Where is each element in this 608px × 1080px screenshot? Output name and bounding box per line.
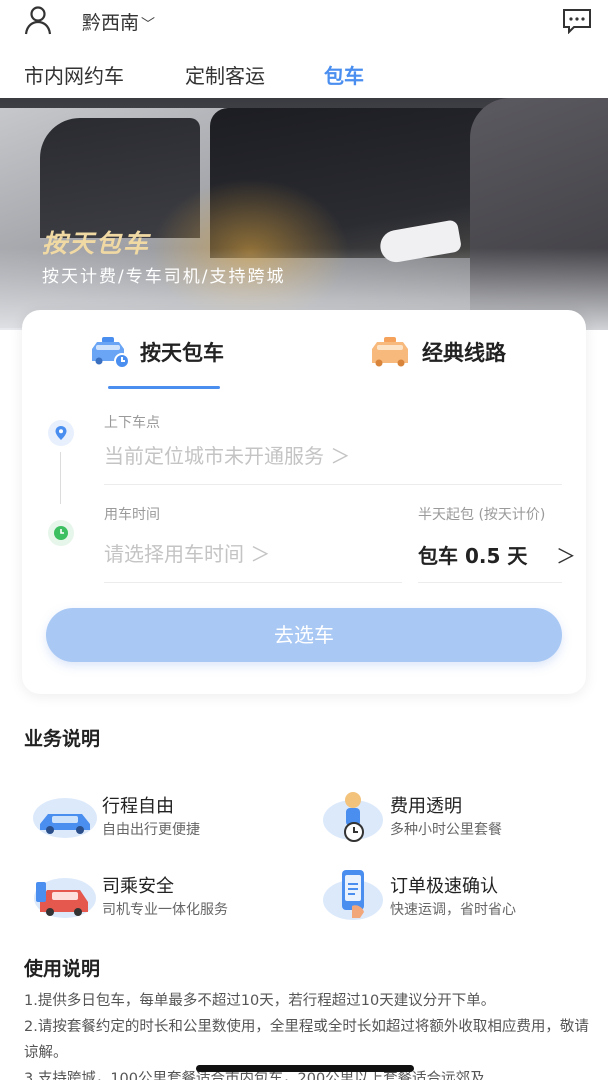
- tab-charter[interactable]: 包车: [324, 60, 364, 89]
- location-pin-icon: [48, 420, 74, 446]
- card-tab-label: 经典线路: [422, 341, 506, 365]
- city-name: 黔西南: [82, 12, 140, 34]
- tab-city-ride[interactable]: 市内网约车: [24, 60, 124, 89]
- tab-custom-transport[interactable]: 定制客运: [185, 60, 265, 89]
- booking-card: 按天包车 经典线路 上下车点 当前定位城市未开通服务 ＞ 用车时间 请选择用车时…: [22, 310, 586, 694]
- feature-title: 行程自由: [102, 796, 174, 817]
- car-illustration-icon: [33, 798, 97, 838]
- divider: [418, 582, 562, 583]
- hero-banner: 按天包车 按天计费/专车司机/支持跨城: [0, 98, 608, 330]
- top-bar: 黔西南 ﹀: [0, 0, 608, 44]
- hero-title: 按天包车: [42, 229, 151, 258]
- feature-desc: 司机专业一体化服务: [102, 902, 228, 918]
- pickup-field[interactable]: 当前定位城市未开通服务 ＞: [104, 440, 350, 469]
- feature-title: 司乘安全: [102, 876, 174, 897]
- message-icon[interactable]: [562, 8, 592, 34]
- timeline-connector: [60, 452, 61, 504]
- select-car-button[interactable]: 去选车: [46, 608, 562, 662]
- chevron-down-icon: ﹀: [141, 17, 156, 33]
- phone-order-illustration-icon: [323, 870, 383, 920]
- clock-illustration-icon: [323, 792, 383, 842]
- safety-car-illustration-icon: [34, 878, 96, 918]
- home-indicator: [196, 1065, 414, 1072]
- feature-desc: 多种小时公里套餐: [390, 822, 502, 838]
- active-tab-indicator: [108, 386, 220, 389]
- blue-taxi-icon: [92, 337, 130, 369]
- divider: [104, 484, 562, 485]
- clock-icon: [48, 520, 74, 546]
- time-field[interactable]: 请选择用车时间 ＞: [104, 538, 270, 567]
- chevron-right-icon[interactable]: ＞: [556, 540, 576, 569]
- divider: [104, 582, 402, 583]
- feature-item: 费用透明 多种小时公里套餐: [320, 784, 590, 844]
- duration-label: 半天起包 (按天计价): [418, 507, 546, 523]
- feature-title: 费用透明: [390, 796, 462, 817]
- duration-selector[interactable]: 包车 0.5 天: [418, 540, 527, 569]
- card-tab-label: 按天包车: [140, 341, 224, 365]
- feature-item: 行程自由 自由出行更便捷: [32, 784, 302, 844]
- feature-item: 司乘安全 司机专业一体化服务: [32, 864, 302, 924]
- user-icon[interactable]: [22, 4, 54, 36]
- feature-desc: 自由出行更便捷: [102, 822, 200, 838]
- pickup-label: 上下车点: [104, 415, 160, 431]
- feature-desc: 快速运调，省时省心: [390, 902, 516, 918]
- usage-section-title: 使用说明: [24, 958, 101, 980]
- orange-taxi-icon: [372, 337, 408, 367]
- feature-title: 订单极速确认: [390, 876, 498, 897]
- usage-note: 1.提供多日包车，每单最多不超过10天，若行程超过10天建议分开下单。: [24, 993, 496, 1009]
- usage-note: 2.请按套餐约定的时长和公里数使用，全里程或全时长如超过将额外收取相应费用，敬请…: [24, 1019, 589, 1061]
- service-tabs: 市内网约车 定制客运 包车: [0, 50, 608, 96]
- city-selector[interactable]: 黔西南 ﹀: [82, 8, 155, 35]
- time-label: 用车时间: [104, 507, 160, 523]
- hero-subtitle: 按天计费/专车司机/支持跨城: [42, 267, 286, 287]
- card-tab-daily-charter[interactable]: 按天包车: [86, 332, 224, 372]
- business-section-title: 业务说明: [24, 728, 101, 750]
- card-tab-classic-route[interactable]: 经典线路: [368, 332, 506, 372]
- feature-item: 订单极速确认 快速运调，省时省心: [320, 864, 590, 924]
